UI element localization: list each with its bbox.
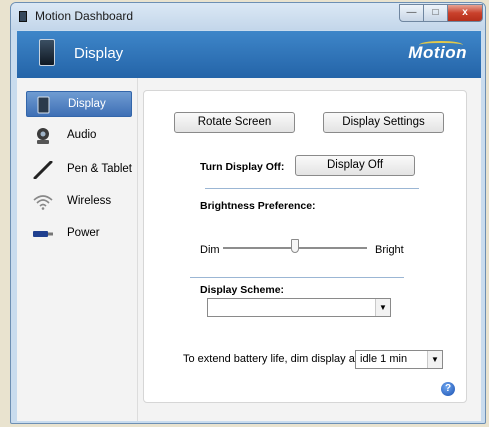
main-content: Display Audio Pen & Tablet Wireless Powe… [17,78,481,421]
display-scheme-label: Display Scheme: [200,284,285,296]
dim-display-label: To extend battery life, dim display afte… [183,353,374,365]
wireless-signal-icon [33,195,53,210]
dim-display-select[interactable]: idle 1 min ▼ [355,350,443,369]
display-tablet-icon [39,39,55,66]
rotate-screen-button[interactable]: Rotate Screen [174,112,295,133]
sidebar-item-audio[interactable]: Audio [26,123,132,149]
brightness-slider-thumb[interactable] [291,239,299,253]
display-settings-panel: Rotate Screen Display Settings Turn Disp… [143,90,467,403]
sidebar-item-display[interactable]: Display [26,91,132,117]
app-window: Motion Dashboard — □ x Display Motion Di… [10,2,486,424]
brightness-bright-label: Bright [375,244,404,256]
sidebar-item-label: Pen & Tablet [67,163,133,175]
sidebar-item-wireless[interactable]: Wireless [26,189,132,215]
separator [190,277,404,278]
webcam-audio-icon [37,128,49,144]
page-header: Display Motion [17,31,481,78]
page-title: Display [74,45,124,62]
sidebar-item-label: Power [67,227,100,239]
brightness-preference-label: Brightness Preference: [200,200,316,212]
pen-icon [33,161,53,179]
help-icon[interactable]: ? [441,382,455,396]
separator [205,188,419,189]
turn-display-off-label: Turn Display Off: [200,161,285,173]
brand-logo: Motion [408,43,467,62]
brightness-dim-label: Dim [200,244,220,256]
sidebar-item-label: Audio [67,129,97,141]
sidebar-item-label: Display [68,98,106,110]
minimize-button[interactable]: — [399,4,424,22]
sidebar-item-power[interactable]: Power [26,221,132,247]
window-title: Motion Dashboard [35,9,134,23]
sidebar: Display Audio Pen & Tablet Wireless Powe… [17,78,138,421]
display-settings-button[interactable]: Display Settings [323,112,444,133]
display-scheme-select[interactable]: ▼ [207,298,391,317]
app-icon [19,11,27,22]
display-tablet-icon [37,96,50,114]
battery-plug-icon [33,231,53,237]
sidebar-item-pen-tablet[interactable]: Pen & Tablet [26,157,132,183]
dim-display-value: idle 1 min [360,353,408,365]
chevron-down-icon[interactable]: ▼ [427,351,442,368]
close-button[interactable]: x [447,4,483,22]
display-off-button[interactable]: Display Off [295,155,415,176]
chevron-down-icon[interactable]: ▼ [375,299,390,316]
title-bar[interactable]: Motion Dashboard — □ x [11,3,485,30]
maximize-button[interactable]: □ [423,4,448,22]
sidebar-item-label: Wireless [67,195,112,207]
